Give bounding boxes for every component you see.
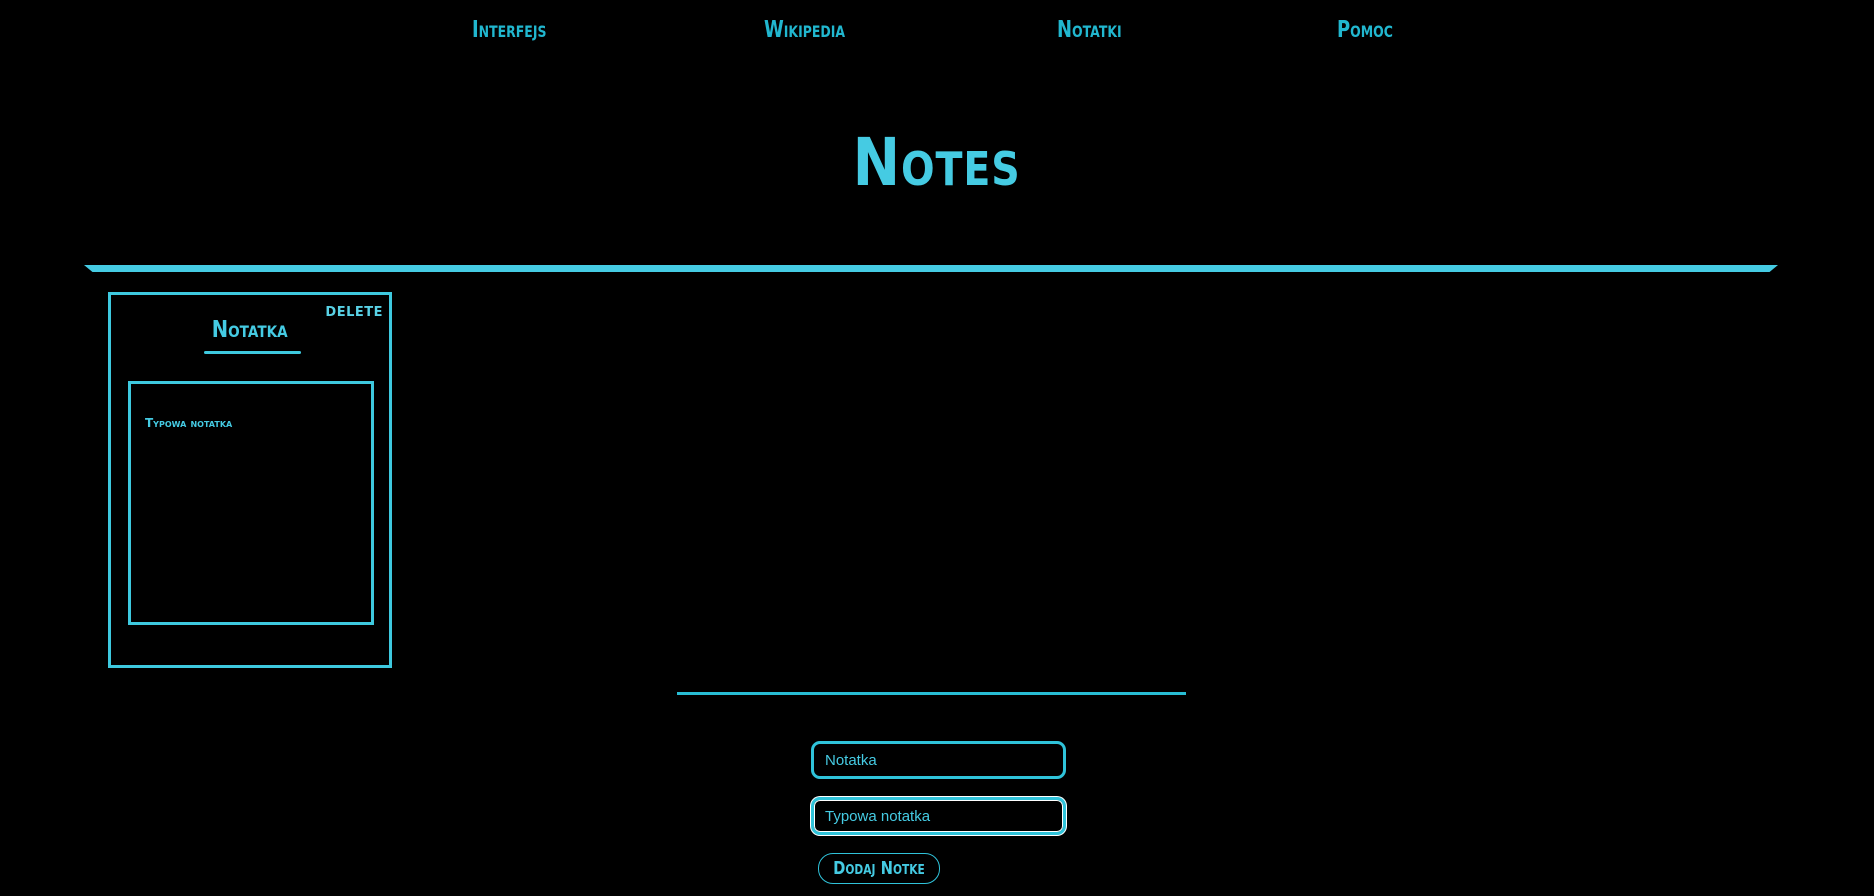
note-content-input[interactable] bbox=[811, 797, 1066, 835]
note-card: DELETE Notatka Typowa notatka bbox=[108, 292, 392, 668]
add-note-button-label: Dodaj Notke bbox=[833, 858, 925, 879]
note-content: Typowa notatka bbox=[145, 416, 233, 430]
add-note-button[interactable]: Dodaj Notke bbox=[818, 853, 940, 884]
nav-link-pomoc[interactable]: Pomoc bbox=[1337, 16, 1393, 44]
note-body: Typowa notatka bbox=[128, 381, 374, 625]
page-title: Notes bbox=[0, 118, 1874, 208]
nav-link-notatki[interactable]: Notatki bbox=[1057, 16, 1122, 44]
page-title-text: Notes bbox=[853, 124, 1021, 201]
note-title: Notatka bbox=[111, 317, 389, 343]
form-divider bbox=[677, 692, 1186, 695]
nav-link-interfejs[interactable]: Interfejs bbox=[472, 16, 546, 44]
note-title-input[interactable] bbox=[811, 741, 1066, 779]
note-title-text: Notatka bbox=[212, 317, 288, 343]
header-divider bbox=[84, 265, 1778, 272]
nav-link-wikipedia[interactable]: Wikipedia bbox=[764, 16, 845, 44]
note-title-underline bbox=[204, 351, 301, 354]
page: Interfejs Wikipedia Notatki Pomoc Notes … bbox=[0, 0, 1874, 896]
